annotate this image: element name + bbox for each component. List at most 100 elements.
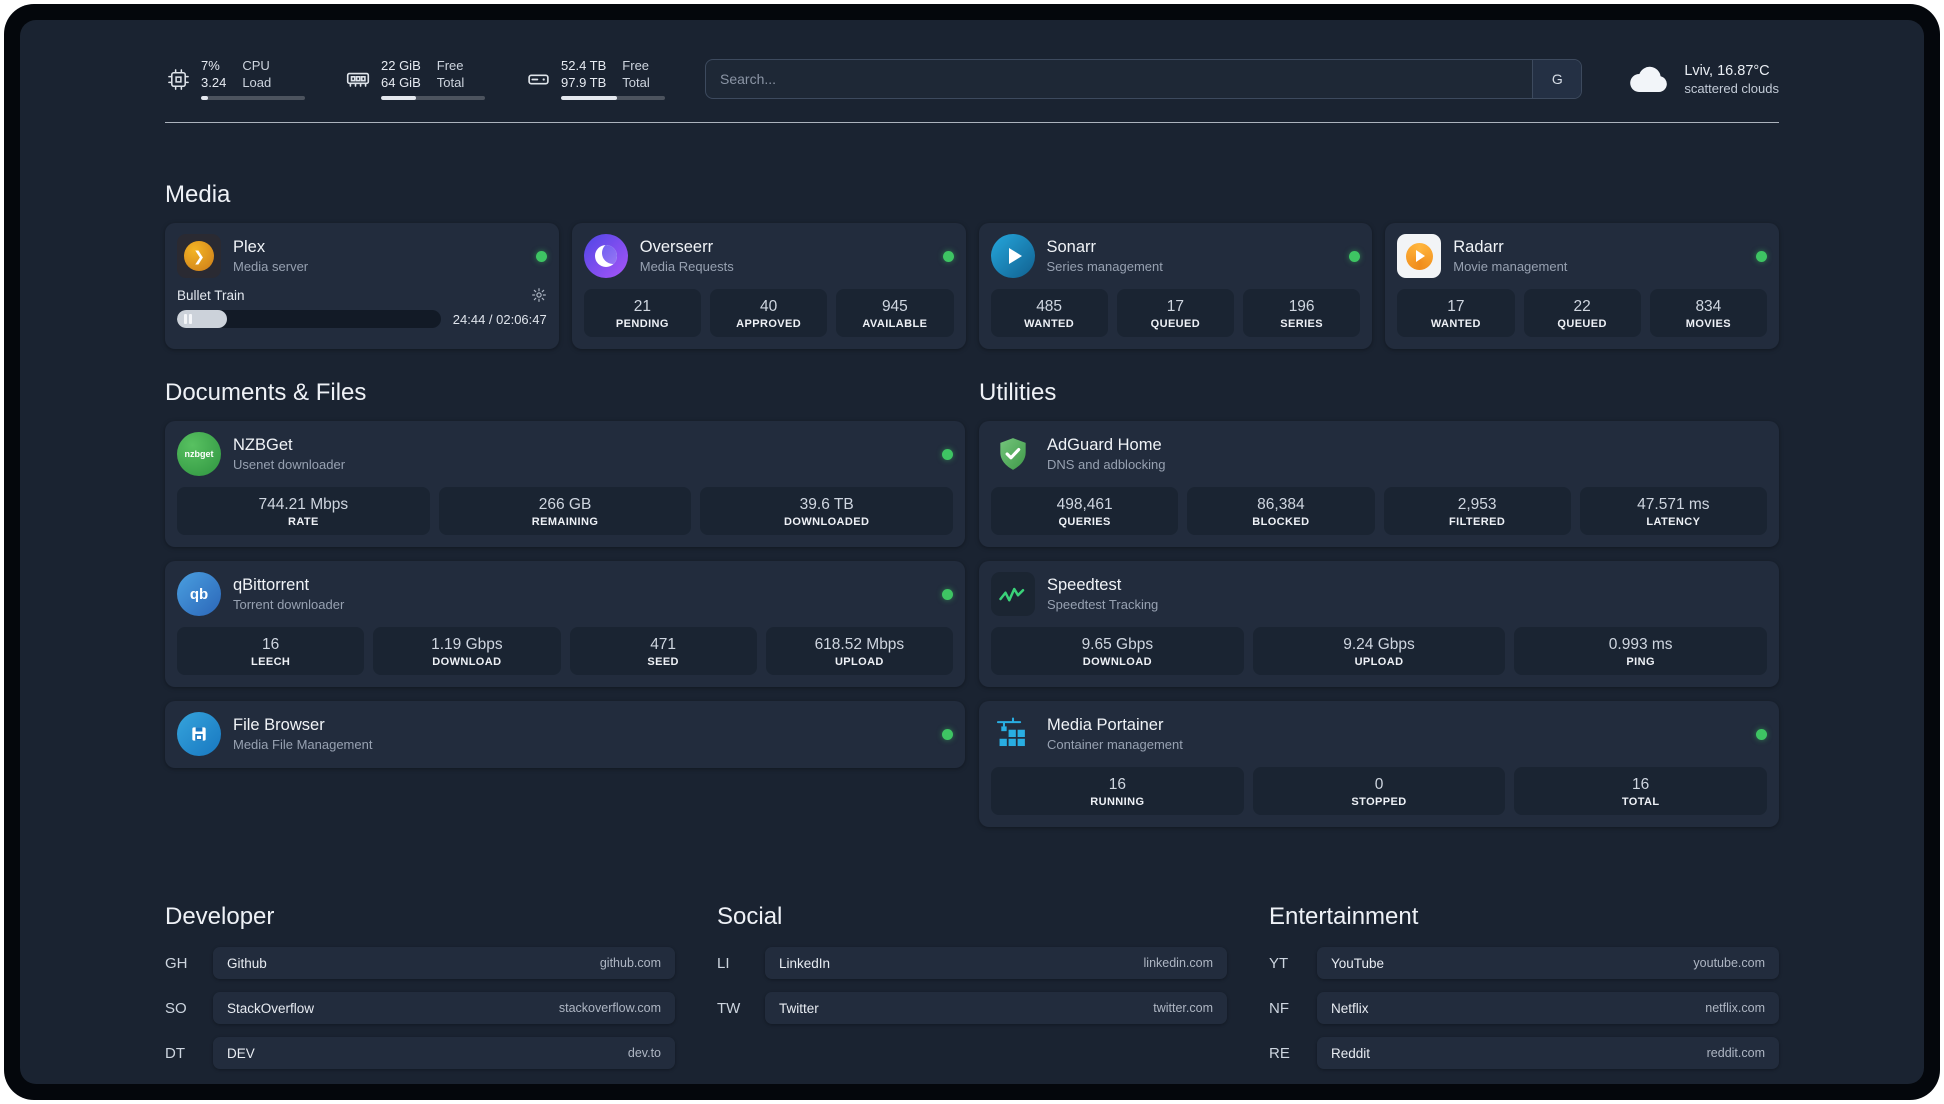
bookmark-url: netflix.com [1705, 1001, 1765, 1015]
bookmark-url: twitter.com [1153, 1001, 1213, 1015]
stat-label: WANTED [1024, 318, 1075, 330]
search-bar: G [705, 59, 1583, 99]
app-name: Media Portainer [1047, 716, 1164, 734]
cpu-percent: 7% [201, 58, 220, 73]
bookmark-url: dev.to [627, 1046, 661, 1060]
stat-label: DOWNLOAD [1082, 656, 1152, 668]
gear-icon[interactable] [531, 287, 547, 303]
stat-value: 744.21 Mbps [258, 496, 349, 513]
app-name: Radarr [1453, 238, 1504, 256]
stat-label: LEECH [250, 656, 291, 668]
stat-value: 21 [633, 298, 651, 315]
app-name: NZBGet [233, 436, 293, 454]
status-online-dot [942, 250, 954, 262]
stat-value: 16 [1108, 776, 1126, 793]
bookmark-twitter[interactable]: Twitter twitter.com [765, 992, 1227, 1024]
dashboard: 7% 3.24 CPU Load 22 GiB 64 GiB Free Tota… [20, 20, 1924, 1084]
bookmark-youtube[interactable]: YouTube youtube.com [1317, 947, 1779, 979]
app-subtitle: Movie management [1453, 259, 1568, 274]
bookmark-name: StackOverflow [227, 1000, 315, 1016]
app-card-filebrowser[interactable]: File Browser Media File Management [165, 701, 965, 768]
weather-location: Lviv, 16.87°C [1684, 62, 1770, 79]
app-card-nzbget[interactable]: nzbget NZBGet Usenet downloader 744.21 M… [165, 421, 965, 547]
app-card-overseerr[interactable]: Overseerr Media Requests 21 PENDING 40 A… [571, 223, 966, 349]
stat-label: AVAILABLE [862, 318, 928, 330]
disk-icon [525, 67, 551, 92]
cpu-icon [165, 68, 191, 91]
app-card-adguard[interactable]: AdGuard Home DNS and adblocking 498,461 … [979, 421, 1779, 547]
stat-value: 16 [1632, 776, 1650, 793]
bookmark-icon-twitter: TW [717, 999, 741, 1017]
bookmark-netflix[interactable]: Netflix netflix.com [1317, 992, 1779, 1024]
section-title-media: Media [165, 181, 231, 208]
stat-value: 47.571 ms [1637, 496, 1710, 513]
bookmark-url: reddit.com [1706, 1046, 1765, 1060]
stat-label: REMAINING [531, 516, 599, 528]
now-playing-title: Bullet Train [177, 287, 245, 303]
app-subtitle: Torrent downloader [233, 597, 345, 612]
stat-box: 0.993 ms PING [1514, 627, 1768, 675]
stat-box: 471 SEED [569, 627, 757, 675]
cloud-icon [1626, 62, 1672, 96]
app-subtitle: Speedtest Tracking [1047, 597, 1159, 612]
app-name: Speedtest [1047, 576, 1122, 594]
stat-box: 21 PENDING [583, 289, 701, 337]
adguard-icon [991, 432, 1035, 476]
bookmark-name: Netflix [1331, 1000, 1369, 1016]
app-name: Overseerr [639, 238, 714, 256]
stat-box: 744.21 Mbps RATE [177, 487, 430, 535]
bookmark-github[interactable]: Github github.com [213, 947, 675, 979]
nzbget-logo-text: nzbget [184, 449, 214, 459]
stat-value: 485 [1036, 298, 1063, 315]
overseerr-icon [583, 234, 628, 278]
stat-box: 39.6 TB DOWNLOADED [700, 487, 954, 535]
weather-widget: Lviv, 16.87°C scattered clouds [1626, 62, 1779, 96]
app-card-sonarr[interactable]: Sonarr Series management 485 WANTED 17 Q… [978, 223, 1373, 349]
app-card-plex[interactable]: ❯ Plex Media server Bullet Train 24:44 /… [165, 223, 559, 349]
stat-box: 16 LEECH [177, 627, 365, 675]
ram-widget: 22 GiB 64 GiB Free Total [345, 58, 485, 100]
stat-value: 16 [262, 636, 280, 653]
ram-free: 22 GiB [381, 58, 421, 73]
bookmark-icon-github: GH [165, 954, 188, 972]
status-online-dot [942, 588, 953, 600]
pause-icon[interactable] [184, 314, 192, 324]
stat-value: 40 [760, 298, 778, 315]
ram-bar [381, 96, 485, 100]
stat-value: 17 [1166, 298, 1184, 315]
app-subtitle: Usenet downloader [233, 457, 346, 472]
search-input[interactable] [706, 60, 1533, 98]
seek-bar[interactable] [177, 310, 441, 328]
bookmark-stackoverflow[interactable]: StackOverflow stackoverflow.com [213, 992, 675, 1024]
stat-value: 9.24 Gbps [1343, 636, 1415, 653]
stat-value: 86,384 [1257, 496, 1305, 513]
stat-label: PING [1626, 656, 1655, 668]
stat-box: 9.24 Gbps UPLOAD [1252, 627, 1506, 675]
playback-time: 24:44 / 02:06:47 [452, 311, 547, 327]
app-card-portainer[interactable]: Media Portainer Container management 16 … [979, 701, 1779, 827]
app-name: Sonarr [1046, 238, 1097, 256]
stat-value: 196 [1288, 298, 1315, 315]
bookmark-url: linkedin.com [1143, 956, 1213, 970]
app-subtitle: Media Requests [639, 259, 734, 274]
app-card-speedtest[interactable]: Speedtest Speedtest Tracking 9.65 Gbps D… [979, 561, 1779, 687]
device-frame: 7% 3.24 CPU Load 22 GiB 64 GiB Free Tota… [4, 4, 1940, 1100]
app-card-qbittorrent[interactable]: qb qBittorrent Torrent downloader 16 LEE… [165, 561, 965, 687]
stat-label: DOWNLOAD [432, 656, 502, 668]
bookmark-reddit[interactable]: Reddit reddit.com [1317, 1037, 1779, 1069]
bookmark-linkedin[interactable]: LinkedIn linkedin.com [765, 947, 1227, 979]
stat-label: QUEUED [1557, 318, 1607, 330]
stat-value: 266 GB [538, 496, 592, 513]
disk-free-label: Free [622, 58, 650, 73]
disk-free: 52.4 TB [561, 58, 607, 73]
app-card-radarr[interactable]: Radarr Movie management 17 WANTED 22 QUE… [1385, 223, 1779, 349]
search-engine-button[interactable]: G [1532, 60, 1582, 98]
app-name: AdGuard Home [1047, 436, 1162, 454]
stat-box: 498,461 QUERIES [991, 487, 1179, 535]
bookmark-dev[interactable]: DEV dev.to [213, 1037, 675, 1069]
cpu-widget: 7% 3.24 CPU Load [165, 58, 305, 100]
stat-label: APPROVED [736, 318, 802, 330]
stat-box: 485 WANTED [990, 289, 1108, 337]
bookmark-icon-reddit: RE [1269, 1044, 1290, 1062]
qbittorrent-logo-text: qb [189, 585, 209, 603]
